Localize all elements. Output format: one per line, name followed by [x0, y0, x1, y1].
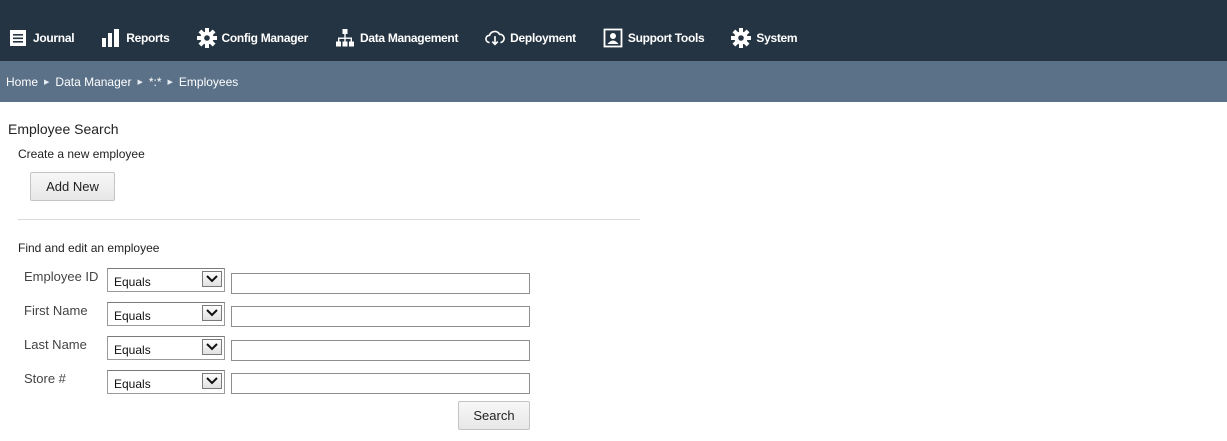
nav-item-label: Support Tools: [627, 31, 705, 45]
select-value: Equals: [114, 377, 151, 391]
nav-item-label: Data Management: [359, 31, 459, 45]
nav-item-label: System: [756, 31, 798, 45]
add-new-button[interactable]: Add New: [30, 172, 115, 201]
nav-item-journal[interactable]: Journal: [8, 28, 75, 48]
nav-item-label: Journal: [33, 31, 75, 45]
first-name-operator-select[interactable]: Equals: [107, 302, 225, 326]
select-value: Equals: [114, 309, 151, 323]
nav-item-config-manager[interactable]: Config Manager: [196, 28, 309, 48]
last-name-operator-select[interactable]: Equals: [107, 336, 225, 360]
support-icon: [603, 28, 623, 48]
nav-item-deployment[interactable]: Deployment: [485, 28, 576, 48]
top-nav: Journal Reports Config Manager Data Mana…: [0, 0, 1227, 61]
chevron-down-icon: [202, 271, 222, 287]
nav-item-reports[interactable]: Reports: [101, 28, 170, 48]
last-name-input[interactable]: [231, 340, 530, 361]
nav-item-label: Reports: [126, 31, 170, 45]
cloud-download-icon: [485, 28, 506, 48]
breadcrumb: Home ▶ Data Manager ▶ *:* ▶ Employees: [0, 61, 1227, 102]
store-number-label: Store #: [24, 371, 66, 386]
chevron-down-icon: [202, 305, 222, 321]
page-title: Employee Search: [8, 121, 119, 137]
gear-icon: [196, 28, 217, 48]
breadcrumb-employees: Employees: [178, 74, 239, 89]
nav-item-label: Deployment: [510, 31, 576, 45]
nav-item-support-tools[interactable]: Support Tools: [603, 28, 705, 48]
store-number-input[interactable]: [231, 373, 530, 394]
select-value: Equals: [114, 275, 151, 289]
breadcrumb-separator-icon: ▶: [44, 78, 50, 86]
nav-item-data-management[interactable]: Data Management: [335, 28, 458, 48]
breadcrumb-home[interactable]: Home: [6, 75, 38, 89]
breadcrumb-separator-icon: ▶: [167, 78, 173, 86]
chevron-down-icon: [202, 373, 222, 389]
employee-id-input[interactable]: [231, 273, 530, 294]
breadcrumb-wildcard[interactable]: *:*: [149, 75, 162, 89]
gear-icon: [731, 28, 752, 48]
section-divider: [18, 219, 640, 220]
breadcrumb-separator-icon: ▶: [137, 78, 143, 86]
search-button[interactable]: Search: [458, 401, 530, 430]
create-section-label: Create a new employee: [18, 147, 145, 161]
journal-icon: [8, 28, 28, 48]
select-value: Equals: [114, 343, 151, 357]
last-name-label: Last Name: [24, 337, 87, 352]
store-number-operator-select[interactable]: Equals: [107, 370, 225, 394]
chevron-down-icon: [202, 339, 222, 355]
sitemap-icon: [335, 28, 355, 48]
first-name-input[interactable]: [231, 306, 530, 327]
nav-item-system[interactable]: System: [731, 28, 798, 48]
nav-item-label: Config Manager: [221, 31, 309, 45]
first-name-label: First Name: [24, 303, 88, 318]
employee-id-label: Employee ID: [24, 269, 99, 284]
find-section-label: Find and edit an employee: [18, 241, 160, 255]
employee-id-operator-select[interactable]: Equals: [107, 268, 225, 292]
breadcrumb-data-manager[interactable]: Data Manager: [55, 75, 131, 89]
nav-menu: Journal Reports Config Manager Data Mana…: [0, 14, 824, 57]
bar-chart-icon: [101, 28, 121, 48]
